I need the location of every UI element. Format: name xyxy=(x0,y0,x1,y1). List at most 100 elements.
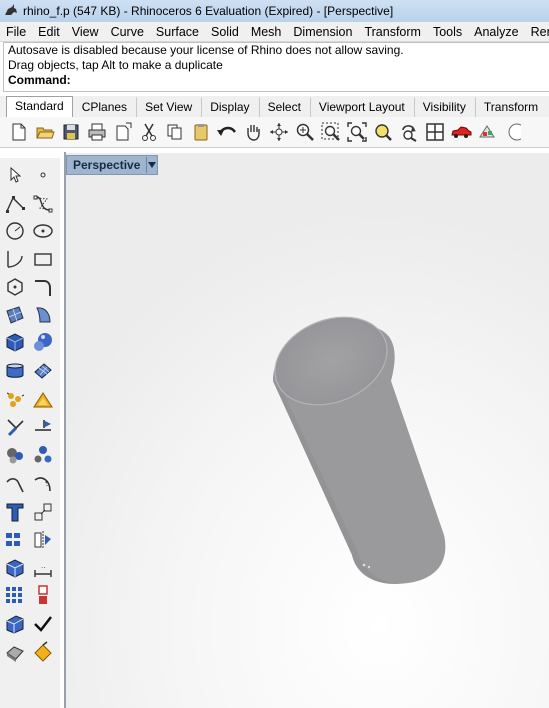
svg-text:..: .. xyxy=(41,562,45,570)
menu-surface[interactable]: Surface xyxy=(150,25,205,39)
menu-edit[interactable]: Edit xyxy=(32,25,66,39)
group-icon[interactable] xyxy=(3,443,27,467)
tab-display[interactable]: Display xyxy=(201,97,258,117)
material-icon[interactable] xyxy=(3,640,27,664)
menu-transform[interactable]: Transform xyxy=(358,25,427,39)
sidebar-row xyxy=(0,163,60,189)
print-icon[interactable] xyxy=(84,119,110,145)
tab-standard[interactable]: Standard xyxy=(6,96,73,117)
save-icon[interactable] xyxy=(58,119,84,145)
import-icon[interactable] xyxy=(110,119,136,145)
toolbar-tabs: Standard CPlanes Set View Display Select… xyxy=(0,96,549,117)
mesh-plane-icon[interactable] xyxy=(31,359,55,383)
sidebar-row xyxy=(0,247,60,273)
fillet-curve-icon[interactable] xyxy=(31,275,55,299)
zoom-window-icon[interactable] xyxy=(318,119,344,145)
layer-icon[interactable] xyxy=(3,612,27,636)
copy-icon[interactable] xyxy=(162,119,188,145)
dimension-icon[interactable]: .. xyxy=(31,556,55,580)
tab-cplanes[interactable]: CPlanes xyxy=(73,97,136,117)
menu-solid[interactable]: Solid xyxy=(205,25,245,39)
trim-icon[interactable] xyxy=(3,415,27,439)
menu-dimension[interactable]: Dimension xyxy=(287,25,358,39)
tab-transform[interactable]: Transform xyxy=(474,97,547,117)
surface-edge-icon[interactable] xyxy=(31,303,55,327)
undo-icon[interactable] xyxy=(214,119,240,145)
rhino-app-icon[interactable] xyxy=(3,3,19,19)
sidebar-row: .. xyxy=(0,556,60,582)
explode-icon[interactable] xyxy=(3,388,27,412)
menu-render[interactable]: Ren xyxy=(525,25,549,39)
sidebar-row xyxy=(0,192,60,218)
polyline-icon[interactable] xyxy=(3,192,27,216)
tab-set-view[interactable]: Set View xyxy=(136,97,201,117)
car-render-icon[interactable] xyxy=(448,119,474,145)
scale-icon[interactable] xyxy=(31,500,55,524)
sphere-solid-icon[interactable] xyxy=(31,330,55,354)
sidebar-row xyxy=(0,528,60,554)
paint-icon[interactable] xyxy=(31,640,55,664)
polygon-icon[interactable] xyxy=(3,275,27,299)
render-preview-icon[interactable] xyxy=(474,119,500,145)
ungroup-icon[interactable] xyxy=(31,443,55,467)
cut-icon[interactable] xyxy=(136,119,162,145)
rotate-view-icon[interactable] xyxy=(266,119,292,145)
menu-curve[interactable]: Curve xyxy=(105,25,150,39)
tab-select[interactable]: Select xyxy=(258,97,310,117)
tab-visibility[interactable]: Visibility xyxy=(413,97,475,117)
four-viewports-icon[interactable] xyxy=(422,119,448,145)
mesh-cylinder-icon[interactable] xyxy=(3,359,27,383)
sidebar-row xyxy=(0,500,60,526)
rectangle-icon[interactable] xyxy=(31,247,55,271)
sidebar-row xyxy=(0,303,60,329)
box-solid-icon[interactable] xyxy=(3,330,27,354)
perspective-viewport[interactable] xyxy=(66,153,549,708)
pan-icon[interactable] xyxy=(240,119,266,145)
menu-tools[interactable]: Tools xyxy=(427,25,468,39)
circle-icon[interactable] xyxy=(3,219,27,243)
menu-analyze[interactable]: Analyze xyxy=(468,25,524,39)
menu-view[interactable]: View xyxy=(66,25,105,39)
menu-file[interactable]: File xyxy=(0,25,32,39)
check-icon[interactable] xyxy=(31,612,55,636)
offset-curve-icon[interactable] xyxy=(3,471,27,495)
title-bar: rhino_f.p (547 KB) - Rhinoceros 6 Evalua… xyxy=(0,0,549,22)
new-icon[interactable] xyxy=(6,119,32,145)
rotate-camera-icon[interactable] xyxy=(396,119,422,145)
blend-curve-icon[interactable] xyxy=(31,471,55,495)
mirror-icon[interactable] xyxy=(31,528,55,552)
tab-viewport-layout[interactable]: Viewport Layout xyxy=(309,97,414,117)
zoom-selected-icon[interactable] xyxy=(370,119,396,145)
curve-icon[interactable] xyxy=(31,192,55,216)
arc-icon[interactable] xyxy=(3,247,27,271)
chevron-down-icon[interactable] xyxy=(146,157,157,173)
command-history-line: Drag objects, tap Alt to make a duplicat… xyxy=(8,58,223,72)
zoom-dynamic-icon[interactable] xyxy=(292,119,318,145)
grid-array-icon[interactable] xyxy=(3,583,27,607)
menu-mesh[interactable]: Mesh xyxy=(245,25,288,39)
zoom-extents-icon[interactable] xyxy=(344,119,370,145)
array-icon[interactable] xyxy=(3,528,27,552)
open-icon[interactable] xyxy=(32,119,58,145)
select-arrow-icon[interactable] xyxy=(3,163,27,187)
command-prompt-row: Command: xyxy=(4,73,549,89)
more-tools-icon[interactable] xyxy=(500,119,526,145)
menu-bar: File Edit View Curve Surface Solid Mesh … xyxy=(0,22,549,42)
sidebar-row xyxy=(0,330,60,356)
command-input[interactable] xyxy=(74,73,519,89)
viewport-name: Perspective xyxy=(73,158,141,172)
command-history-line: Autosave is disabled because your licens… xyxy=(8,43,404,57)
boolean-icon[interactable] xyxy=(31,388,55,412)
viewport-title-tab[interactable]: Perspective xyxy=(66,155,159,175)
text-icon[interactable] xyxy=(3,500,27,524)
ellipse-icon[interactable] xyxy=(31,219,55,243)
command-area: Autosave is disabled because your licens… xyxy=(3,42,549,92)
sidebar-row xyxy=(0,388,60,414)
split-icon[interactable] xyxy=(31,415,55,439)
surface-points-icon[interactable] xyxy=(3,303,27,327)
move-icon[interactable] xyxy=(31,583,55,607)
point-icon[interactable] xyxy=(31,163,55,187)
cage-icon[interactable] xyxy=(3,556,27,580)
paste-icon[interactable] xyxy=(188,119,214,145)
sidebar-row xyxy=(0,612,60,638)
